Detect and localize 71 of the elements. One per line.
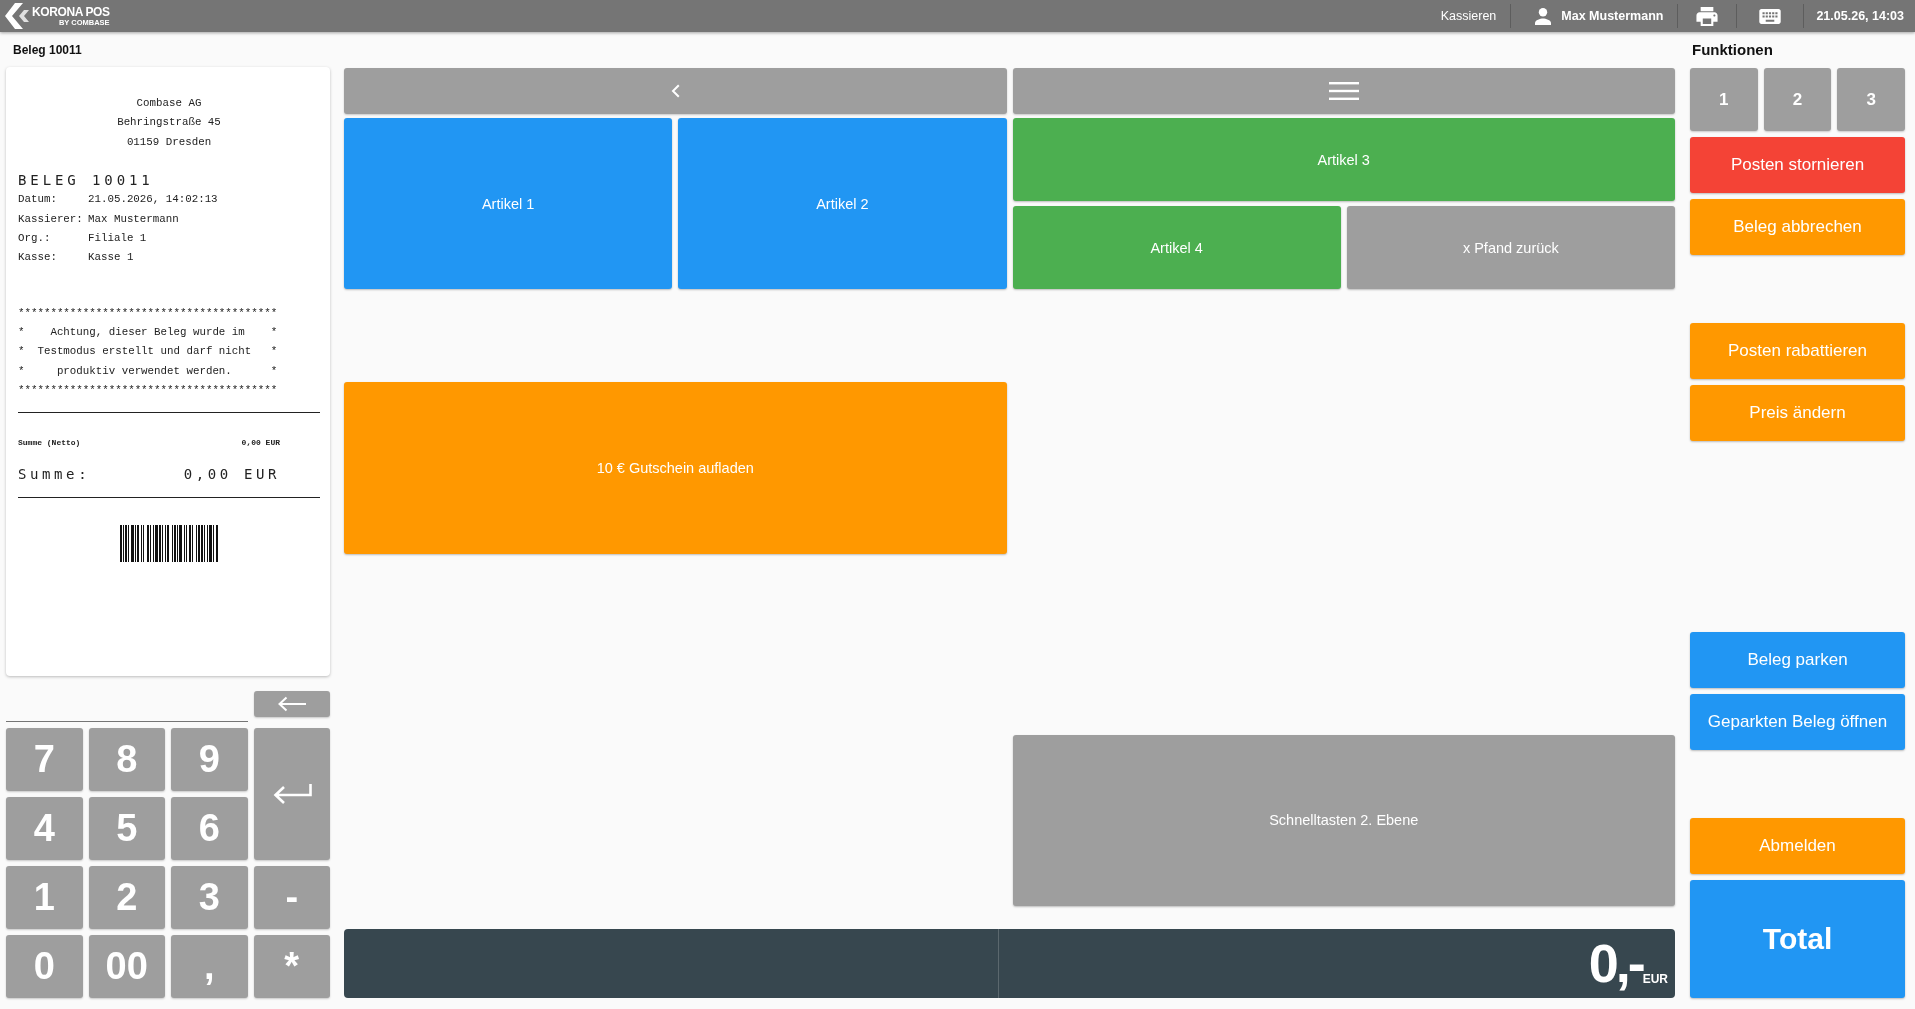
numpad-key[interactable]: 1 [6, 866, 83, 929]
quick-key[interactable]: Artikel 2 [678, 118, 1007, 290]
receipt-field-label: Kasse: [18, 250, 58, 266]
receipt-address-line: Behringstraße 45 [117, 115, 221, 131]
numpad-key[interactable]: 6 [171, 797, 248, 860]
receipt-title: Beleg 10011 [13, 42, 82, 57]
arrow-left-icon [277, 696, 307, 712]
numpad-key[interactable]: 8 [88, 728, 165, 791]
receipt-net-label: Summe (Netto) [18, 438, 81, 449]
receipt-field-value: 21.05.2026, 14:02:13 [88, 192, 218, 208]
numpad-key[interactable]: 5 [88, 797, 165, 860]
function-button[interactable]: Posten rabattieren [1690, 322, 1905, 379]
quick-key[interactable]: Schnelltasten 2. Ebene [1012, 734, 1675, 906]
numpad-key[interactable]: - [253, 866, 330, 929]
receipt-field-label: Kassierer: [18, 211, 84, 227]
numpad-key[interactable]: 4 [6, 797, 83, 860]
user-button[interactable]: Max Mustermann [1511, 3, 1678, 29]
function-button[interactable]: Geparkten Beleg öffnen [1690, 694, 1905, 751]
receipt-total-label: Summe: [18, 465, 91, 484]
printer-icon [1696, 6, 1719, 26]
receipt-notice-line: **************************************** [18, 382, 278, 398]
function-button[interactable]: Posten stornieren [1690, 137, 1905, 193]
receipt-net-value: 0,00 EUR [241, 438, 280, 449]
numpad-key[interactable]: 3 [171, 866, 248, 929]
mode-button[interactable]: Kassieren [1426, 3, 1511, 29]
receipt-field-label: Datum: [18, 192, 58, 208]
receipt-notice-line: * produktiv verwendet werden. * [18, 363, 278, 379]
receipt-heading: BELEG 10011 [18, 171, 154, 191]
receipt-total-value: 0,00 EUR [183, 465, 280, 484]
quick-key[interactable]: 10 € Gutschein aufladen [344, 382, 1007, 554]
enter-arrow-icon [271, 782, 312, 806]
numpad-key[interactable]: 2 [88, 866, 165, 929]
quick-key[interactable]: Artikel 3 [1012, 118, 1675, 202]
receipt-notice-line: * Testmodus erstellt und darf nicht * [18, 344, 278, 360]
numpad-key[interactable]: 00 [88, 935, 165, 998]
quick-key[interactable]: Artikel 4 [1012, 206, 1341, 290]
page-button[interactable]: 1 [1690, 68, 1758, 131]
page-button[interactable]: 2 [1763, 68, 1832, 131]
functions-title: Funktionen [1692, 41, 1773, 58]
logo-text: KORONA POS [32, 5, 110, 18]
logo-chevron-icon [5, 3, 29, 29]
receipt-address-line: Combase AG [136, 96, 202, 111]
quick-key[interactable]: x Pfand zurück [1346, 206, 1675, 290]
backspace-button[interactable] [254, 691, 330, 717]
function-button[interactable]: Abmelden [1690, 818, 1905, 875]
enter-button[interactable] [253, 728, 330, 860]
date-time: 21.05.26, 14:03 [1815, 9, 1904, 23]
numpad-key[interactable]: 7 [6, 728, 83, 791]
receipt-field-value: Filiale 1 [88, 231, 147, 247]
receipt-notice-line: * Achtung, dieser Beleg wurde im * [18, 324, 278, 340]
receipt-notice-line: **************************************** [18, 305, 278, 321]
function-button[interactable]: Beleg parken [1690, 632, 1905, 689]
keyboard-icon [1759, 8, 1782, 24]
function-button[interactable]: Preis ändern [1690, 384, 1905, 441]
menu-icon [1328, 82, 1359, 100]
numpad-key[interactable]: * [253, 935, 330, 998]
numpad-key[interactable]: 9 [171, 728, 248, 791]
page-button[interactable]: 3 [1837, 68, 1905, 131]
chevron-left-icon [670, 84, 680, 98]
total-button[interactable]: Total [1690, 880, 1905, 998]
receipt-address-line: 01159 Dresden [126, 134, 212, 150]
function-button[interactable]: Beleg abbrechen [1690, 198, 1905, 255]
receipt-field-value: Kasse 1 [88, 250, 134, 266]
quick-key[interactable]: Artikel 1 [344, 118, 673, 290]
user-icon [1535, 7, 1552, 25]
amount-value: 0,- [1588, 934, 1643, 992]
numpad-key[interactable]: 0 [6, 935, 83, 998]
amount-currency: EUR [1642, 972, 1668, 986]
receipt-field-label: Org.: [18, 231, 52, 247]
numpad-key[interactable]: , [171, 935, 248, 998]
receipt-field-value: Max Mustermann [88, 211, 179, 227]
